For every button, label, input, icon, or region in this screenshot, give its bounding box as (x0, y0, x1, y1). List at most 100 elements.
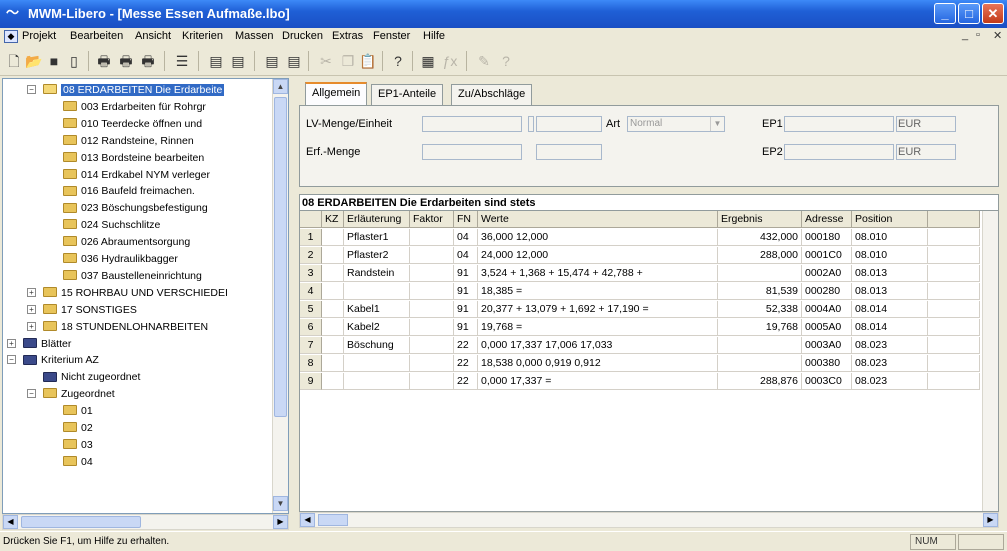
table-cell[interactable]: 91 (454, 265, 478, 282)
tree-item[interactable]: 02 (63, 420, 93, 436)
expand-icon[interactable]: + (27, 304, 36, 314)
close-button[interactable]: ✕ (982, 3, 1004, 24)
menu-massen[interactable]: Massen (235, 30, 274, 42)
table-cell[interactable]: 18,385 = (478, 283, 718, 300)
mdi-close-icon[interactable]: ✕ (993, 29, 1002, 42)
grid-vertical-scrollbar[interactable] (982, 211, 998, 511)
table-cell[interactable] (410, 337, 454, 354)
table-cell[interactable]: 08.013 (852, 265, 928, 282)
project-tree[interactable]: ▲ ▼ − 08 ERDARBEITEN Die Erdarbeite 003 Er… (2, 78, 289, 514)
menu-projekt[interactable]: Projekt (22, 30, 56, 42)
tree-item[interactable]: 010 Teerdecke öffnen und (63, 116, 202, 132)
scroll-left-icon[interactable]: ◀ (300, 513, 315, 527)
table-cell[interactable] (344, 373, 410, 390)
table-cell[interactable] (322, 319, 344, 336)
tab-allgemein[interactable]: Allgemein (305, 82, 368, 105)
open-folder-icon[interactable]: 📂 (24, 51, 44, 71)
table-cell[interactable] (322, 283, 344, 300)
table-cell[interactable]: 0,000 17,337 = (478, 373, 718, 390)
whatsthis-icon[interactable]: ? (496, 51, 516, 71)
table-cell[interactable]: 432,000 (718, 229, 802, 246)
scroll-down-icon[interactable]: ▼ (273, 496, 288, 511)
collapse-icon[interactable]: − (27, 389, 36, 399)
menu-bearbeiten[interactable]: Bearbeiten (70, 30, 123, 42)
tree-item[interactable]: − 08 ERDARBEITEN Die Erdarbeite (27, 82, 225, 98)
column-header[interactable]: Werte (478, 211, 718, 228)
table-cell[interactable] (410, 319, 454, 336)
new-doc-icon[interactable]: 🗋 (4, 51, 24, 71)
table-cell[interactable]: 0002A0 (802, 265, 852, 282)
tree-item[interactable]: 003 Erdarbeiten für Rohrgr (63, 99, 206, 115)
print-icon[interactable]: 🖶 (94, 51, 114, 71)
table-cell[interactable]: 08.023 (852, 337, 928, 354)
table-cell[interactable]: Pflaster1 (344, 229, 410, 246)
calc-icon[interactable]: ▤ (206, 51, 226, 71)
tree-horizontal-scrollbar[interactable]: ◀ ▶ (2, 514, 289, 530)
table-cell[interactable]: 24,000 12,000 (478, 247, 718, 264)
table-cell[interactable]: 08.014 (852, 319, 928, 336)
table-cell[interactable] (322, 229, 344, 246)
help-icon[interactable]: ? (388, 51, 408, 71)
document-menu-icon[interactable]: ◆ (4, 30, 18, 43)
art-select[interactable]: Normal ▼ (627, 116, 725, 132)
expand-icon[interactable]: + (27, 321, 36, 331)
table-cell[interactable] (322, 265, 344, 282)
ep2-field[interactable] (784, 144, 894, 160)
table-cell[interactable]: 81,539 (718, 283, 802, 300)
tree-item[interactable]: − Kriterium AZ (7, 352, 99, 368)
column-header[interactable]: Adresse (802, 211, 852, 228)
table-cell[interactable] (410, 265, 454, 282)
table-cell[interactable]: 3,524 + 1,368 + 15,474 + 42,788 + (478, 265, 718, 282)
table-cell[interactable]: 91 (454, 283, 478, 300)
tree-vertical-scrollbar[interactable]: ▲ ▼ (272, 79, 288, 513)
table-cell[interactable]: 04 (454, 247, 478, 264)
tree-item[interactable]: 03 (63, 437, 93, 453)
table-cell[interactable] (928, 247, 980, 264)
table-cell[interactable]: 91 (454, 301, 478, 318)
tree-item[interactable]: +17 SONSTIGES (27, 302, 137, 318)
save-icon[interactable]: ■ (44, 51, 64, 71)
column-header-empty[interactable] (928, 211, 980, 228)
menu-extras[interactable]: Extras (332, 30, 363, 42)
table-icon[interactable]: ▦ (418, 51, 438, 71)
table-cell[interactable]: 0003A0 (802, 337, 852, 354)
tree-item[interactable]: 026 Abraumentsorgung (63, 234, 190, 250)
minimize-button[interactable]: _ (934, 3, 956, 24)
menu-fenster[interactable]: Fenster (373, 30, 410, 42)
table-cell[interactable] (928, 265, 980, 282)
mdi-restore-icon[interactable]: ▫ (976, 29, 980, 41)
scroll-thumb[interactable] (274, 97, 287, 417)
row-header[interactable]: 2 (300, 247, 322, 264)
column-header[interactable]: Erläuterung (344, 211, 410, 228)
table-cell[interactable] (344, 355, 410, 372)
table-cell[interactable] (928, 229, 980, 246)
scroll-right-icon[interactable]: ▶ (273, 515, 288, 529)
table-cell[interactable]: Pflaster2 (344, 247, 410, 264)
table-cell[interactable]: 08.010 (852, 229, 928, 246)
table-cell[interactable] (410, 283, 454, 300)
tab-ep1-anteile[interactable]: EP1-Anteile (371, 84, 444, 105)
table-cell[interactable] (928, 355, 980, 372)
table-cell[interactable]: 36,000 12,000 (478, 229, 718, 246)
chevron-down-icon[interactable]: ▼ (710, 117, 724, 131)
scroll-thumb[interactable] (318, 514, 348, 526)
row-header[interactable]: 1 (300, 229, 322, 246)
table-cell[interactable] (718, 337, 802, 354)
tree-item[interactable]: 04 (63, 454, 93, 470)
tree-item[interactable]: 013 Bordsteine bearbeiten (63, 150, 204, 166)
row-header[interactable]: 9 (300, 373, 322, 390)
calc3-icon[interactable]: ▤ (262, 51, 282, 71)
lv-menge-field[interactable] (422, 116, 522, 132)
tree-item[interactable]: 014 Erdkabel NYM verleger (63, 167, 210, 183)
row-header[interactable]: 7 (300, 337, 322, 354)
scroll-left-icon[interactable]: ◀ (3, 515, 18, 529)
tree-item[interactable]: − Zugeordnet (27, 386, 115, 402)
table-cell[interactable]: 18,538 0,000 0,919 0,912 (478, 355, 718, 372)
scroll-up-icon[interactable]: ▲ (273, 79, 288, 94)
tree-item[interactable]: +15 ROHRBAU UND VERSCHIEDEI (27, 285, 228, 301)
tree-item[interactable]: +18 STUNDENLOHNARBEITEN (27, 319, 208, 335)
table-cell[interactable]: 288,876 (718, 373, 802, 390)
print-preview-icon[interactable]: 🖶 (116, 51, 136, 71)
menu-hilfe[interactable]: Hilfe (423, 30, 445, 42)
tool-icon[interactable]: ✎ (474, 51, 494, 71)
